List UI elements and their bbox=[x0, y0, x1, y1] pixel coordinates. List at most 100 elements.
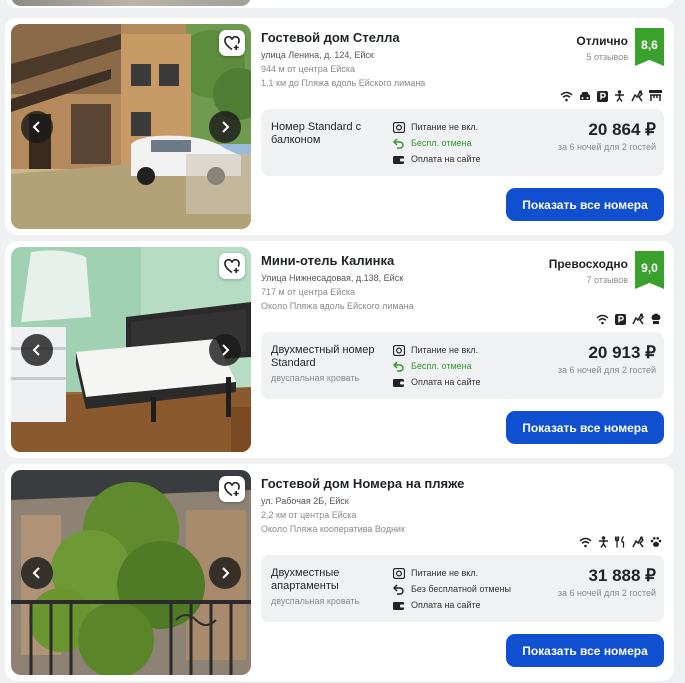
payment-text: Оплата на сайте bbox=[411, 377, 481, 387]
photo-next-button[interactable] bbox=[209, 557, 241, 589]
paw-icon bbox=[650, 537, 662, 547]
undo-arrow-icon bbox=[393, 137, 404, 149]
show-all-rooms-button[interactable]: Показать все номера bbox=[506, 188, 664, 221]
meals-text: Питание не вкл. bbox=[411, 345, 479, 355]
wifi-icon bbox=[560, 91, 573, 101]
wallet-icon bbox=[393, 155, 405, 164]
heart-plus-icon bbox=[224, 35, 240, 50]
hotel-address-block: улица Ленина, д. 124, Ейск 944 м от цент… bbox=[261, 48, 425, 90]
kids-icon bbox=[615, 90, 624, 102]
hotel-photo[interactable] bbox=[11, 24, 251, 229]
payment-feature: Оплата на сайте bbox=[393, 599, 481, 611]
kids-icon bbox=[599, 536, 608, 548]
cancel-feature: Беспл. отмена bbox=[393, 360, 472, 372]
cancel-text: Без бесплатной отмены bbox=[411, 584, 512, 594]
room-price: 20 913 ₽ bbox=[588, 343, 656, 362]
hotel-photo[interactable] bbox=[11, 247, 251, 452]
favorite-button[interactable] bbox=[219, 476, 245, 502]
meals-icon bbox=[393, 121, 405, 133]
room-name: Номер Standard с балконом bbox=[271, 121, 386, 147]
hotel-address: Улица Нижнесадовая, д.138, Ейск bbox=[261, 273, 404, 283]
parking-icon bbox=[597, 90, 608, 102]
wifi-icon bbox=[596, 314, 609, 324]
hotel-card[interactable]: Гостевой дом Стелла улица Ленина, д. 124… bbox=[5, 18, 674, 235]
price-note: за 6 ночей для 2 гостей bbox=[557, 588, 656, 598]
room-name-text: Двухместный номер Standard bbox=[271, 344, 375, 369]
hotel-title[interactable]: Мини-отель Калинка bbox=[261, 253, 394, 268]
photo-prev-button[interactable] bbox=[21, 111, 53, 143]
chef-hat-icon bbox=[651, 313, 661, 324]
meals-feature: Питание не вкл. bbox=[393, 344, 478, 356]
show-all-rooms-button[interactable]: Показать все номера bbox=[506, 634, 664, 667]
heart-plus-icon bbox=[224, 258, 240, 273]
room-name-text: Двухместные апартаменты bbox=[271, 567, 340, 592]
chevron-right-icon bbox=[222, 567, 230, 579]
wifi-icon bbox=[579, 537, 592, 547]
hotel-photo[interactable] bbox=[11, 470, 251, 675]
payment-feature: Оплата на сайте bbox=[393, 153, 481, 165]
photo-next-button[interactable] bbox=[209, 334, 241, 366]
favorite-button[interactable] bbox=[219, 253, 245, 279]
reviews-count[interactable]: 7 отзывов bbox=[549, 275, 629, 285]
meals-text: Питание не вкл. bbox=[411, 568, 479, 578]
hotel-card[interactable]: Гостевой дом Номера на пляже ул. Рабочая… bbox=[5, 464, 674, 681]
distance-center: 717 м от центра Ейска bbox=[261, 287, 355, 297]
hotel-title[interactable]: Гостевой дом Стелла bbox=[261, 30, 400, 45]
undo-arrow-icon bbox=[393, 360, 404, 372]
hotel-address-block: ул. Рабочая 2Б, Ейск 2,2 км от центра Ей… bbox=[261, 494, 405, 536]
favorite-button[interactable] bbox=[219, 30, 245, 56]
room-offer[interactable]: Двухместные апартаменты двуспальная кров… bbox=[261, 555, 664, 622]
chevron-right-icon bbox=[222, 121, 230, 133]
pets-icon bbox=[632, 313, 644, 325]
room-offer[interactable]: Номер Standard с балконом Питание не вкл… bbox=[261, 109, 664, 176]
chevron-left-icon bbox=[32, 121, 40, 133]
distance-beach: Около Пляжа вдоль Ейского лимана bbox=[261, 301, 414, 311]
rating-score-badge: 8,6 bbox=[635, 28, 664, 66]
pets-icon bbox=[631, 90, 643, 102]
amenities-list bbox=[596, 313, 662, 325]
rating-summary: Превосходно 7 отзывов bbox=[549, 257, 628, 285]
distance-beach: Около Пляжа кооператива Водник bbox=[261, 524, 405, 534]
hotel-card[interactable]: Мини-отель Калинка Улица Нижнесадовая, д… bbox=[5, 241, 674, 458]
amenities-list bbox=[560, 90, 662, 102]
pets-icon bbox=[632, 536, 644, 548]
distance-center: 2,2 км от центра Ейска bbox=[261, 510, 357, 520]
photo-prev-button[interactable] bbox=[21, 557, 53, 589]
hotel-address: ул. Рабочая 2Б, Ейск bbox=[261, 496, 349, 506]
hotel-address-block: Улица Нижнесадовая, д.138, Ейск 717 м от… bbox=[261, 271, 414, 313]
cancel-feature: Беспл. отмена bbox=[393, 137, 472, 149]
undo-arrow-icon bbox=[393, 583, 404, 595]
room-offer[interactable]: Двухместный номер Standard двуспальная к… bbox=[261, 332, 664, 399]
bed-type: двуспальная кровать bbox=[271, 373, 360, 383]
distance-beach: 1,1 км до Пляжа вдоль Ейского лимана bbox=[261, 78, 426, 88]
payment-feature: Оплата на сайте bbox=[393, 376, 481, 388]
room-name: Двухместные апартаменты двуспальная кров… bbox=[271, 567, 386, 607]
heart-plus-icon bbox=[224, 481, 240, 496]
meals-text: Питание не вкл. bbox=[411, 122, 479, 132]
meals-icon bbox=[393, 344, 405, 356]
chevron-right-icon bbox=[222, 344, 230, 356]
bbq-grill-icon bbox=[649, 90, 662, 101]
amenities-list bbox=[579, 536, 662, 548]
hotel-title[interactable]: Гостевой дом Номера на пляже bbox=[261, 476, 464, 491]
chevron-left-icon bbox=[32, 344, 40, 356]
room-price: 31 888 ₽ bbox=[588, 566, 656, 585]
reviews-count[interactable]: 5 отзывов bbox=[576, 52, 629, 62]
photo-prev-button[interactable] bbox=[21, 334, 53, 366]
photo-next-button[interactable] bbox=[209, 111, 241, 143]
payment-text: Оплата на сайте bbox=[411, 154, 481, 164]
meals-feature: Питание не вкл. bbox=[393, 567, 478, 579]
show-all-rooms-button[interactable]: Показать все номера bbox=[506, 411, 664, 444]
room-price: 20 864 ₽ bbox=[588, 120, 656, 139]
cancel-feature: Без бесплатной отмены bbox=[393, 583, 511, 595]
meals-icon bbox=[393, 567, 405, 579]
cancel-text: Беспл. отмена bbox=[411, 138, 472, 148]
rating-summary: Отлично 5 отзывов bbox=[576, 34, 628, 62]
meals-feature: Питание не вкл. bbox=[393, 121, 478, 133]
price-note: за 6 ночей для 2 гостей bbox=[557, 365, 656, 375]
cancel-text: Беспл. отмена bbox=[411, 361, 472, 371]
rating-word: Отлично bbox=[576, 34, 628, 48]
hotel-address: улица Ленина, д. 124, Ейск bbox=[261, 50, 374, 60]
previous-card-edge bbox=[5, 0, 674, 8]
rating-score-badge: 9,0 bbox=[635, 251, 664, 289]
